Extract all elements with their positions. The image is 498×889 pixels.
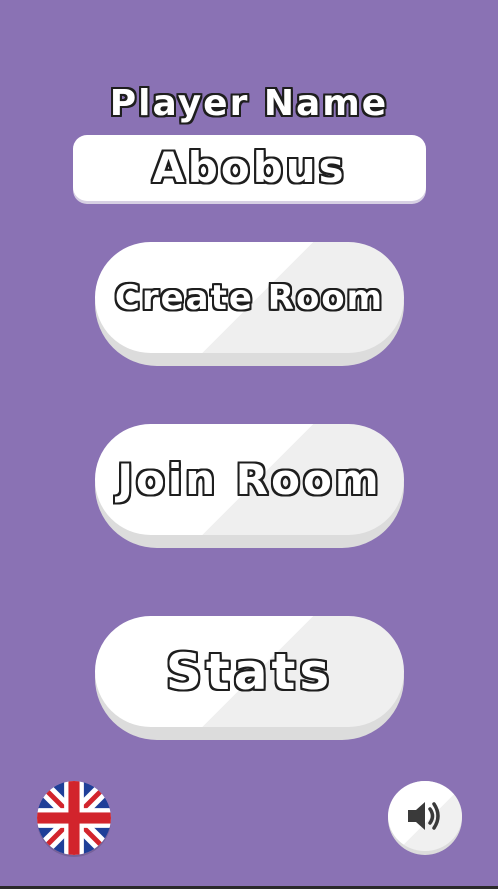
join-room-button-label: Join Room: [117, 455, 382, 504]
player-name-label: Player Name: [109, 83, 389, 124]
stats-button-label: Stats: [165, 642, 334, 701]
language-button[interactable]: [37, 781, 111, 855]
join-room-button-face[interactable]: Join Room: [95, 424, 404, 535]
main-menu-screen: Player Name Abobus Create Room Join Room…: [0, 0, 498, 889]
create-room-button-face[interactable]: Create Room: [95, 242, 404, 353]
sound-toggle-button[interactable]: [388, 781, 462, 855]
player-name-field[interactable]: Abobus: [73, 135, 426, 201]
create-room-button-label: Create Room: [114, 277, 385, 318]
player-name-value: Abobus: [152, 143, 347, 192]
speaker-on-icon: [408, 802, 440, 830]
stats-button[interactable]: Stats: [95, 616, 404, 740]
create-room-button[interactable]: Create Room: [95, 242, 404, 366]
sound-toggle-button-face[interactable]: [388, 781, 462, 851]
join-room-button[interactable]: Join Room: [95, 424, 404, 548]
stats-button-face[interactable]: Stats: [95, 616, 404, 727]
uk-flag-icon: [37, 781, 111, 855]
